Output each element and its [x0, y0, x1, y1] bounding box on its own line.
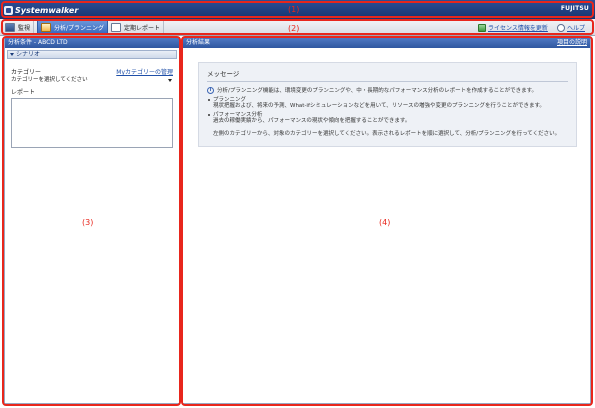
- annotation-label-1: (1): [288, 5, 300, 14]
- annotation-label-2: (2): [288, 24, 300, 33]
- annotation-label-4: (4): [379, 218, 391, 227]
- annotation-label-3: (3): [82, 218, 94, 227]
